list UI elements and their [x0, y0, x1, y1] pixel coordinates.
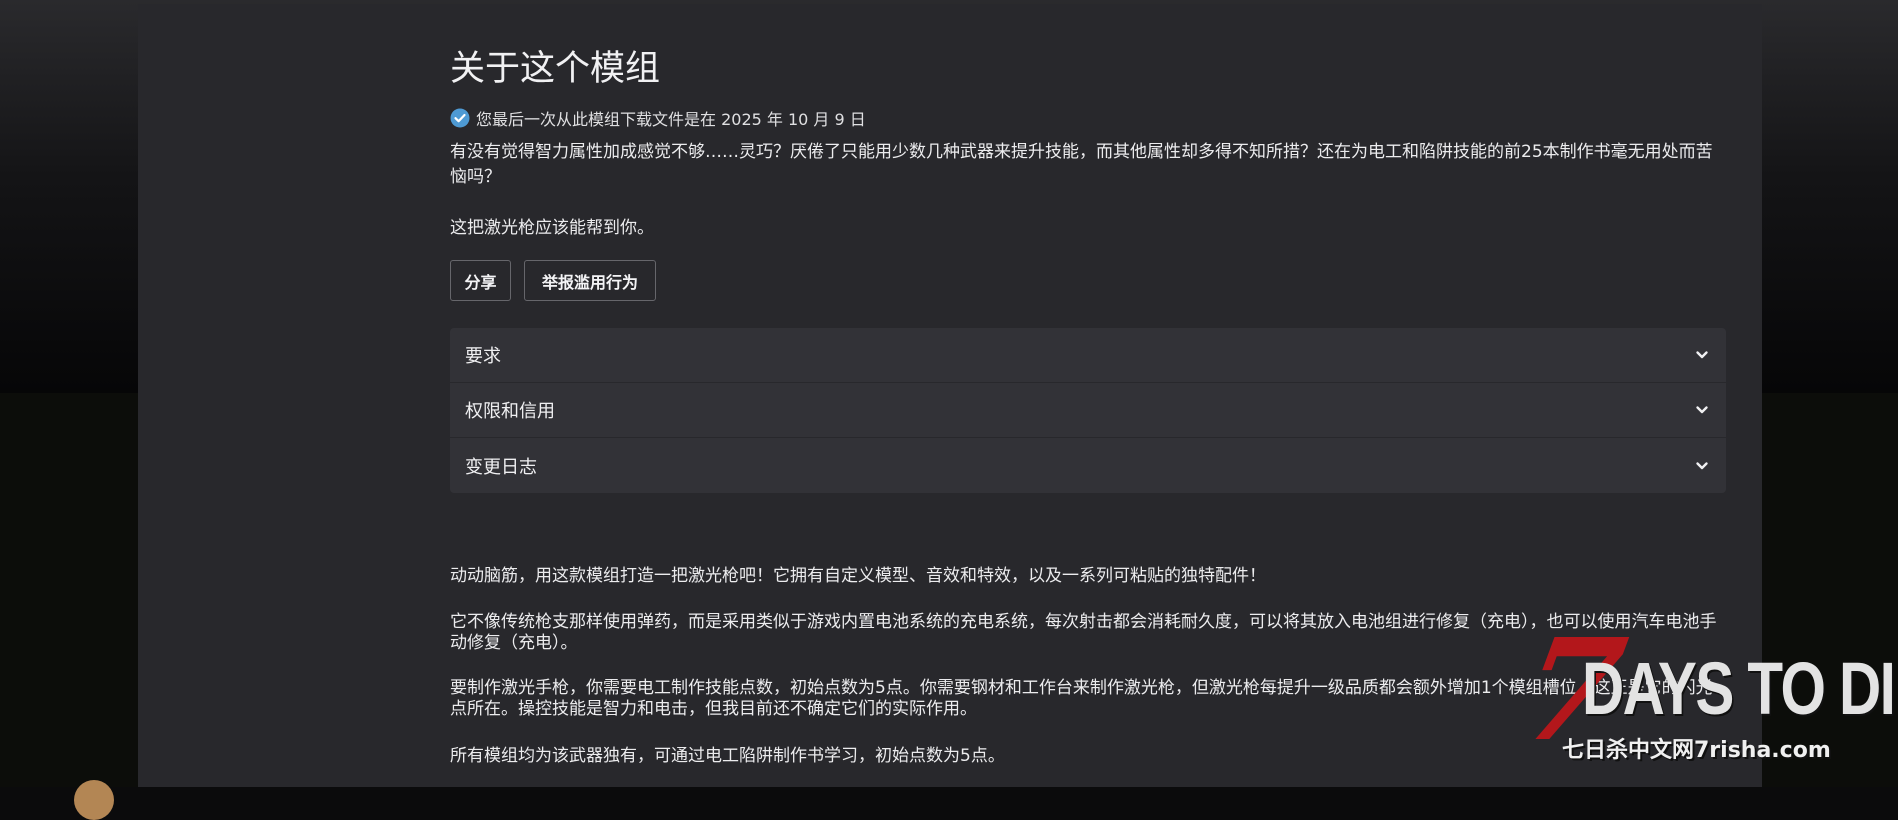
logo-wordmark: DAYS TO DIE: [1582, 647, 1898, 730]
help-paragraph: 这把激光枪应该能帮到你。: [450, 218, 654, 238]
section-title: 关于这个模组: [450, 49, 661, 89]
intro-paragraph: 有没有觉得智力属性加成感觉不够……灵巧？厌倦了只能用少数几种武器来提升技能，而其…: [450, 142, 1713, 187]
avatar: [74, 780, 114, 820]
logo-site-text: 七日杀中文网7risha.com: [1562, 738, 1831, 763]
accordion-label: 变更日志: [465, 456, 537, 478]
accordion-label: 要求: [465, 346, 501, 367]
check-circle-icon: [450, 108, 470, 128]
accordion-requirements[interactable]: 要求: [450, 328, 1726, 383]
accordion-label: 权限和信用: [465, 401, 555, 422]
accordion-permissions-credits[interactable]: 权限和信用: [450, 383, 1726, 438]
share-button[interactable]: 分享: [450, 260, 511, 301]
report-abuse-button[interactable]: 举报滥用行为: [524, 260, 656, 301]
description-paragraph: 动动脑筋，用这款模组打造一把激光枪吧！它拥有自定义模型、音效和特效，以及一系列可…: [450, 566, 1266, 586]
accordion-changelog[interactable]: 变更日志: [450, 438, 1726, 493]
chevron-down-icon: [1696, 406, 1708, 414]
watermark-logo: 7 DAYS TO DIE 七日杀中文网7risha.com: [1510, 609, 1898, 787]
chevron-down-icon: [1696, 351, 1708, 359]
download-notice-text: 您最后一次从此模组下载文件是在 2025 年 10 月 9 日: [476, 110, 866, 129]
info-accordion: 要求 权限和信用 变更日志: [450, 328, 1726, 493]
chevron-down-icon: [1696, 461, 1708, 469]
mod-page-panel: 关于这个模组 您最后一次从此模组下载文件是在 2025 年 10 月 9 日 有…: [138, 4, 1762, 787]
download-notice: 您最后一次从此模组下载文件是在 2025 年 10 月 9 日: [450, 106, 866, 130]
